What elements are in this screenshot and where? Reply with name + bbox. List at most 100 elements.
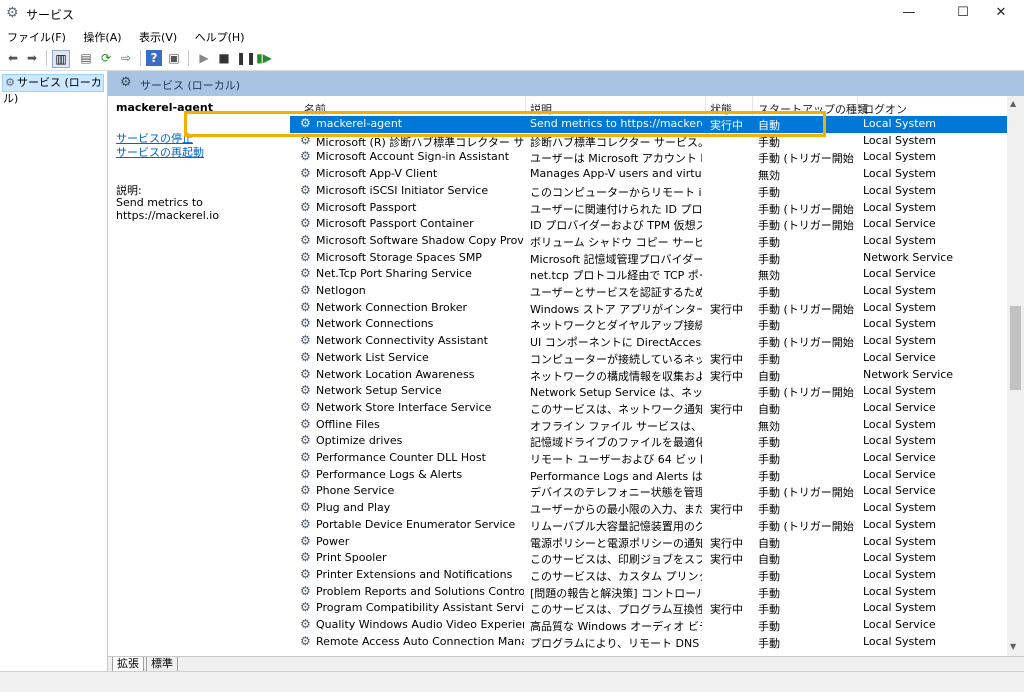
cell-name: Problem Reports and Solutions Control Pa… xyxy=(316,584,524,598)
service-gear-icon: ⚙ xyxy=(300,199,311,214)
service-row[interactable]: ⚙ Network Connection Broker Windows ストア アプ… xyxy=(290,300,1007,317)
service-row[interactable]: ⚙ Power 電源ポリシーと電源ポリシーの通知配… 実行中 自動 Local Syste… xyxy=(290,534,1007,551)
restart-service-icon[interactable]: ▮▶ xyxy=(256,50,272,66)
cell-name: Microsoft Passport Container xyxy=(316,217,474,231)
cell-description: UI コンポーネントに DirectAccess の状… xyxy=(530,336,702,350)
cell-name: Printer Extensions and Notifications xyxy=(316,567,513,581)
cell-description: 高品質な Windows オーディオ ビデオ エ… xyxy=(530,620,702,633)
service-row[interactable]: ⚙ Microsoft App-V Client Manages App-V use… xyxy=(290,166,1007,183)
refresh-icon[interactable]: ⟳ xyxy=(98,50,114,66)
service-row[interactable]: ⚙ Plug and Play ユーザーからの最小限の入力、または入… 実行中 手動 Lo… xyxy=(290,500,1007,517)
service-row[interactable]: ⚙ Performance Counter DLL Host リモート ユーザーおよ… xyxy=(290,450,1007,467)
close-button[interactable]: ✕ xyxy=(978,0,1024,26)
tab-standard[interactable]: 標準 xyxy=(146,657,178,672)
scroll-up-icon[interactable]: ▲ xyxy=(1010,99,1016,108)
service-row[interactable]: ⚙ Problem Reports and Solutions Control P… xyxy=(290,584,1007,601)
scroll-down-icon[interactable]: ▼ xyxy=(1010,642,1016,651)
cell-name: Power xyxy=(316,534,350,548)
cell-name: Microsoft Account Sign-in Assistant xyxy=(316,150,510,164)
service-row[interactable]: ⚙ Microsoft iSCSI Initiator Service このコンピュ… xyxy=(290,183,1007,200)
service-row[interactable]: ⚙ Offline Files オフライン ファイル サービスは、オフライン … 無効… xyxy=(290,417,1007,434)
show-console-tree-icon[interactable]: ▥ xyxy=(52,50,70,68)
cell-description: ユーザーに関連付けられた ID プロバイダ… xyxy=(530,202,702,216)
service-row[interactable]: ⚙ Microsoft Storage Spaces SMP Microsoft 記… xyxy=(290,250,1007,267)
service-row[interactable]: ⚙ Performance Logs & Alerts Performance Lo… xyxy=(290,467,1007,484)
menu-file[interactable]: ファイル(F) xyxy=(0,26,73,45)
stop-service-icon[interactable]: ■ xyxy=(216,50,232,66)
start-service-icon[interactable]: ▶ xyxy=(196,50,212,66)
service-row[interactable]: ⚙ Quality Windows Audio Video Experience 高… xyxy=(290,617,1007,634)
cell-name: Plug and Play xyxy=(316,501,391,515)
cell-description: このサービスは、印刷ジョブをスプールし、… xyxy=(530,553,702,567)
forward-arrow-icon[interactable]: ➡ xyxy=(24,50,40,66)
cell-name: Network Connections xyxy=(316,317,434,331)
vertical-scrollbar[interactable]: ▲ ▼ xyxy=(1007,96,1024,656)
show-action-pane-icon[interactable]: ▣ xyxy=(166,50,182,66)
cell-logon: Local System xyxy=(863,434,937,448)
service-row[interactable]: ⚙ Remote Access Auto Connection Manager プロ… xyxy=(290,634,1007,651)
tab-extended[interactable]: 拡張 xyxy=(112,657,144,672)
status-bar xyxy=(0,671,1024,692)
cell-logon: Network Service xyxy=(863,367,954,381)
pause-service-icon[interactable]: ❚❚ xyxy=(236,50,256,66)
column-logon[interactable]: ログオン xyxy=(863,101,907,117)
scrollbar-thumb[interactable] xyxy=(1010,306,1021,390)
service-row[interactable]: ⚙ Portable Device Enumerator Service リムーバブ… xyxy=(290,517,1007,534)
service-row[interactable]: ⚙ Print Spooler このサービスは、印刷ジョブをスプールし、… 実行中 自動… xyxy=(290,550,1007,567)
cell-logon: Local System xyxy=(863,117,937,130)
service-row[interactable]: ⚙ Network Store Interface Service このサービスは、… xyxy=(290,400,1007,417)
content-header: ⚙ サービス (ローカル) xyxy=(108,71,1024,96)
cell-description: このサービスは、ネットワーク通知 (インタ… xyxy=(530,402,702,416)
cell-startup-type: 手動 xyxy=(758,453,780,466)
help-icon[interactable]: ? xyxy=(146,50,162,66)
cell-startup-type: 手動 (トリガー開始) xyxy=(758,219,855,233)
service-row[interactable]: ⚙ Microsoft Passport Container ID プロバイダーおよ… xyxy=(290,216,1007,233)
service-gear-icon: ⚙ xyxy=(300,483,311,498)
services-gear-icon: ⚙ xyxy=(120,75,132,90)
service-row[interactable]: ⚙ Optimize drives 記憶域ドライブのファイルを最適化する… 手動 Loc… xyxy=(290,433,1007,450)
minimize-button[interactable]: — xyxy=(886,0,932,26)
service-row[interactable]: ⚙ Network Location Awareness ネットワークの構成情報を収… xyxy=(290,367,1007,384)
service-row[interactable]: ⚙ Netlogon ユーザーとサービスを認証するため、この… 手動 Local Sys… xyxy=(290,283,1007,300)
cell-startup-type: 自動 xyxy=(758,402,780,416)
service-row[interactable]: ⚙ Microsoft Passport ユーザーに関連付けられた ID プロバイダ… xyxy=(290,200,1007,217)
cell-startup-type: 手動 xyxy=(758,586,780,600)
cell-logon: Local System xyxy=(863,317,937,331)
service-row[interactable]: ⚙ Network List Service コンピューターが接続しているネットワー… xyxy=(290,350,1007,367)
toolbar-separator xyxy=(140,50,141,66)
cell-name: Program Compatibility Assistant Service xyxy=(316,601,524,615)
service-gear-icon: ⚙ xyxy=(300,283,311,297)
service-row[interactable]: ⚙ Microsoft Account Sign-in Assistant ユーザー… xyxy=(290,149,1007,166)
menu-view[interactable]: 表示(V) xyxy=(132,26,184,45)
service-row[interactable]: ⚙ Program Compatibility Assistant Service… xyxy=(290,600,1007,617)
cell-name: Remote Access Auto Connection Manager xyxy=(316,634,524,648)
service-gear-icon: ⚙ xyxy=(300,249,311,264)
service-row[interactable]: ⚙ Microsoft Software Shadow Copy Provider… xyxy=(290,233,1007,250)
back-arrow-icon[interactable]: ⬅ xyxy=(5,50,21,66)
service-row[interactable]: ⚙ Printer Extensions and Notifications このサ… xyxy=(290,567,1007,584)
service-row[interactable]: ⚙ Network Setup Service Network Setup Serv… xyxy=(290,383,1007,400)
cell-startup-type: 手動 xyxy=(758,603,780,617)
menu-action[interactable]: 操作(A) xyxy=(76,26,128,45)
service-row[interactable]: ⚙ Network Connections ネットワークとダイヤルアップ接続フォルダ… xyxy=(290,316,1007,333)
cell-description: 電源ポリシーと電源ポリシーの通知配… xyxy=(530,536,702,550)
service-gear-icon: ⚙ xyxy=(300,316,311,331)
service-row[interactable]: ⚙ Network Connectivity Assistant UI コンポーネン… xyxy=(290,333,1007,350)
cell-logon: Local System xyxy=(863,417,937,431)
tree-item-services-local[interactable]: ⚙ サービス (ローカル) xyxy=(2,74,104,105)
cell-logon: Local Service xyxy=(863,400,936,414)
column-divider[interactable] xyxy=(857,96,858,116)
export-list-icon[interactable]: ⇨ xyxy=(118,50,134,66)
cell-startup-type: 自動 xyxy=(758,536,780,550)
cell-logon: Local System xyxy=(863,300,937,314)
properties-icon[interactable]: ▤ xyxy=(78,50,94,66)
cell-logon: Local Service xyxy=(863,484,936,498)
menu-help[interactable]: ヘルプ(H) xyxy=(188,26,252,45)
cell-status: 実行中 xyxy=(710,369,743,383)
service-row[interactable]: ⚙ Net.Tcp Port Sharing Service net.tcp プロト… xyxy=(290,266,1007,283)
service-row[interactable]: ⚙ Phone Service デバイスのテレフォニー状態を管理します 手動 (トリガ… xyxy=(290,483,1007,500)
service-gear-icon: ⚙ xyxy=(300,433,311,448)
restart-service-link[interactable]: サービスの再起動 xyxy=(116,144,204,160)
service-gear-icon: ⚙ xyxy=(300,600,311,615)
menu-bar: ファイル(F) 操作(A) 表示(V) ヘルプ(H) xyxy=(0,26,1024,46)
